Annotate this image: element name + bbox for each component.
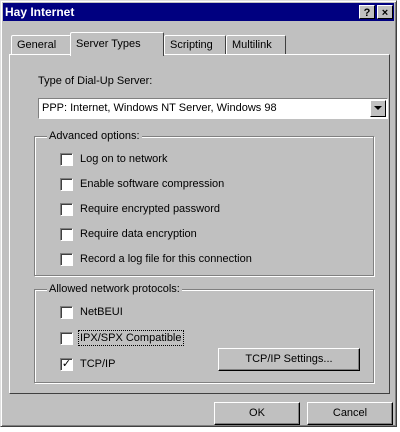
software-compression-checkbox[interactable] xyxy=(60,178,73,191)
tcp-ip-settings-button[interactable]: TCP/IP Settings... xyxy=(218,348,360,371)
encrypted-password-checkbox[interactable] xyxy=(60,203,73,216)
server-type-dropdown[interactable]: PPP: Internet, Windows NT Server, Window… xyxy=(38,98,388,119)
record-log-checkbox[interactable] xyxy=(60,253,73,266)
log-on-network-label: Log on to network xyxy=(80,153,168,165)
cancel-button[interactable]: Cancel xyxy=(307,402,393,425)
advanced-options-title: Advanced options: xyxy=(47,130,142,142)
tab-server-types[interactable]: Server Types xyxy=(70,32,164,56)
tab-multilink[interactable]: Multilink xyxy=(226,35,286,55)
close-button[interactable]: × xyxy=(377,5,393,19)
encrypted-password-label: Require encrypted password xyxy=(80,203,221,215)
server-type-value: PPP: Internet, Windows NT Server, Window… xyxy=(42,102,277,114)
tab-general[interactable]: General xyxy=(11,35,71,55)
window-title: Hay Internet xyxy=(5,5,75,19)
record-log-label: Record a log file for this connection xyxy=(80,253,252,265)
netbeui-label: NetBEUI xyxy=(80,306,123,318)
tcp-ip-checkbox[interactable]: ✓ xyxy=(60,358,73,371)
check-icon: ✓ xyxy=(61,358,72,370)
network-protocols-title: Allowed network protocols: xyxy=(47,283,182,295)
log-on-network-checkbox[interactable] xyxy=(60,153,73,166)
ok-button[interactable]: OK xyxy=(214,402,300,425)
tab-scripting[interactable]: Scripting xyxy=(164,35,226,55)
data-encryption-label: Require data encryption xyxy=(80,228,197,240)
ipx-spx-label: IPX/SPX Compatible xyxy=(78,330,184,346)
netbeui-checkbox[interactable] xyxy=(60,306,73,319)
help-button[interactable]: ? xyxy=(359,5,375,19)
software-compression-label: Enable software compression xyxy=(80,178,225,190)
chevron-down-icon[interactable] xyxy=(370,100,386,117)
data-encryption-checkbox[interactable] xyxy=(60,228,73,241)
ipx-spx-checkbox[interactable] xyxy=(60,332,73,345)
dialog-window: Hay Internet ? × General Server Types Sc… xyxy=(0,0,397,427)
tcp-ip-label: TCP/IP xyxy=(80,358,116,370)
server-type-label: Type of Dial-Up Server: xyxy=(38,75,153,87)
title-bar[interactable]: Hay Internet ? × xyxy=(3,3,394,21)
